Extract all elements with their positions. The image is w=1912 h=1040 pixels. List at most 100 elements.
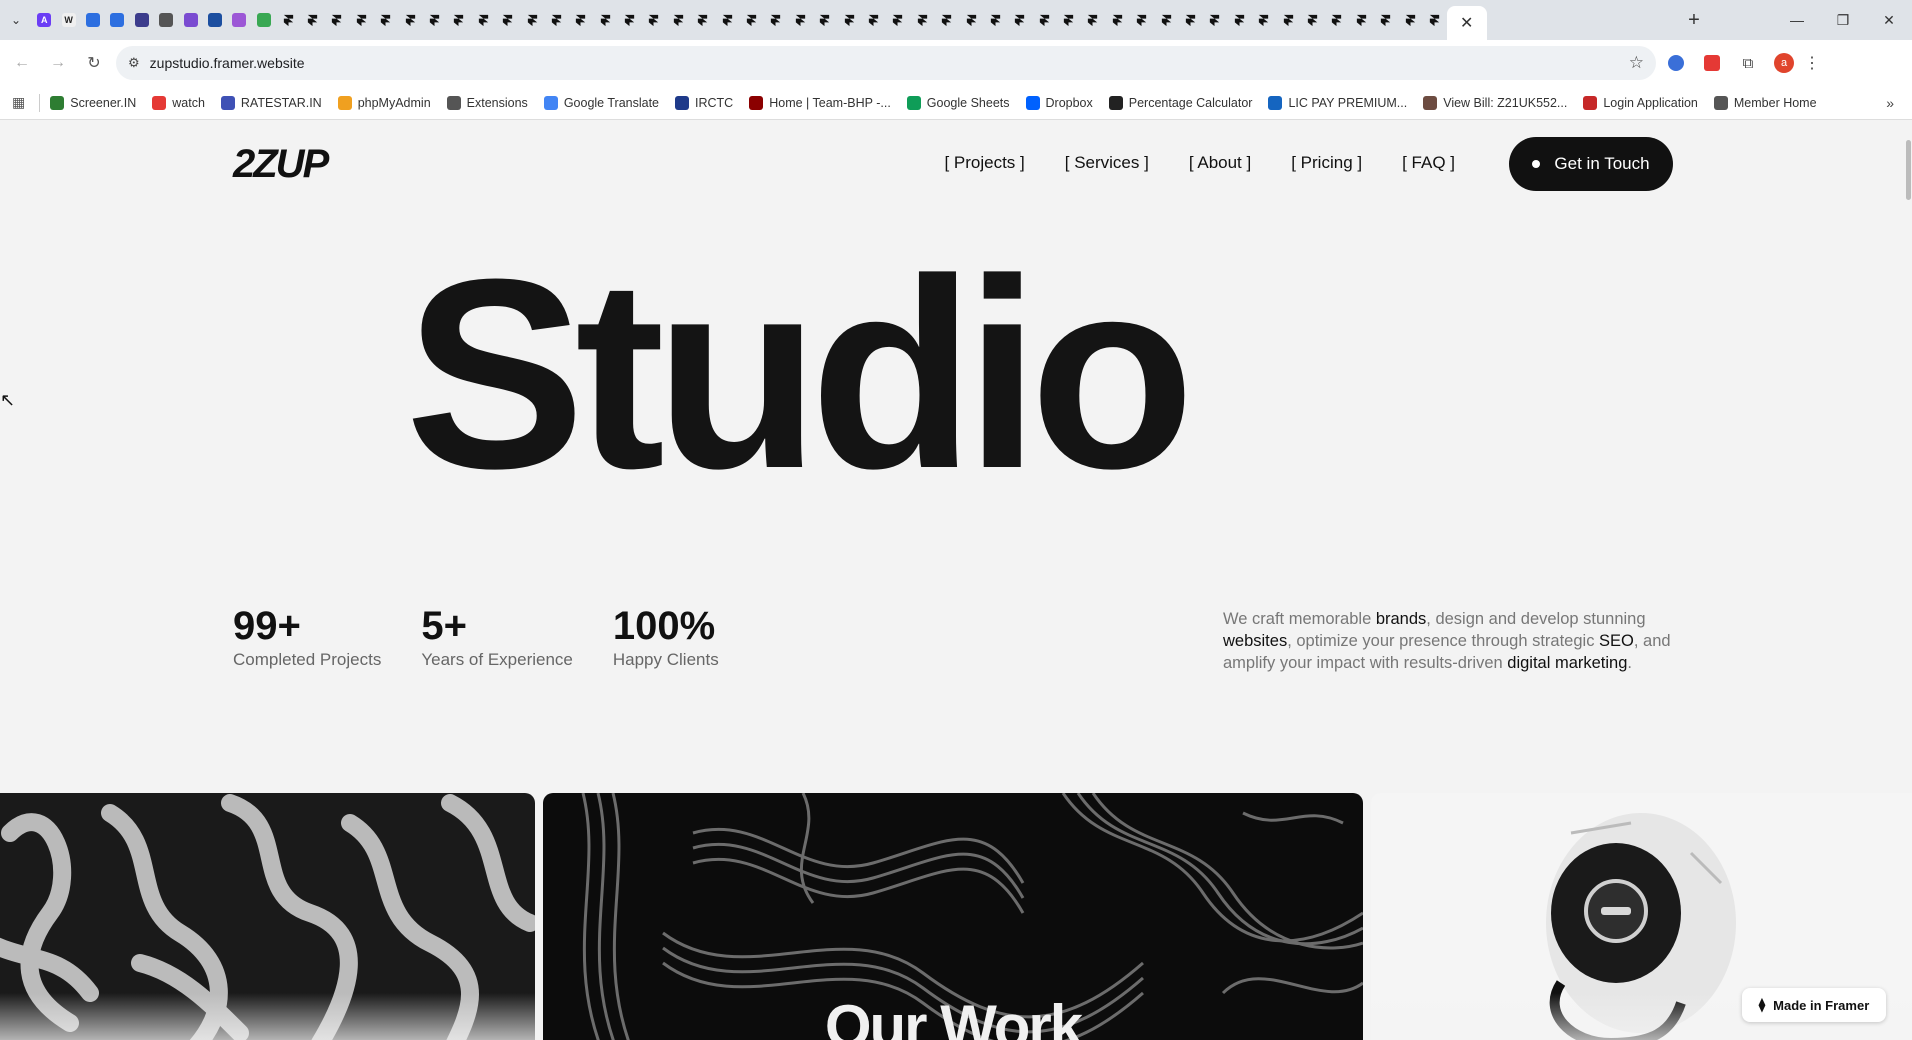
browser-tab[interactable] <box>886 0 910 40</box>
browser-tab[interactable] <box>1154 0 1178 40</box>
browser-tab[interactable] <box>1276 0 1300 40</box>
browser-tab[interactable] <box>495 0 519 40</box>
bookmark-item[interactable]: View Bill: Z21UK552... <box>1423 95 1567 110</box>
browser-tab[interactable] <box>691 0 715 40</box>
bookmark-item[interactable]: watch <box>152 95 205 110</box>
address-bar[interactable]: ⚙ zupstudio.framer.website ☆ <box>116 46 1656 80</box>
made-in-framer-badge[interactable]: ⧫ Made in Framer <box>1742 988 1886 1022</box>
bookmark-item[interactable]: Login Application <box>1583 95 1698 110</box>
url-text[interactable]: zupstudio.framer.website <box>150 55 1629 71</box>
page-scrollbar[interactable] <box>1904 120 1912 1040</box>
forward-button[interactable]: → <box>44 49 72 77</box>
browser-tab[interactable] <box>325 0 349 40</box>
bookmark-item[interactable]: Google Translate <box>543 95 659 110</box>
bookmark-item[interactable]: Home | Team-BHP -... <box>749 95 891 110</box>
browser-tab[interactable] <box>1227 0 1251 40</box>
browser-tab[interactable] <box>861 0 885 40</box>
nav-link-about[interactable]: [ About ] <box>1189 153 1251 173</box>
bookmark-star-icon[interactable]: ☆ <box>1629 53 1644 73</box>
browser-tab[interactable] <box>373 0 397 40</box>
browser-tab[interactable] <box>1056 0 1080 40</box>
nav-link-pricing[interactable]: [ Pricing ] <box>1291 153 1362 173</box>
browser-tab[interactable] <box>1130 0 1154 40</box>
bookmark-item[interactable]: Screener.IN <box>50 95 136 110</box>
bookmark-item[interactable]: Extensions <box>446 95 528 110</box>
bookmark-item[interactable]: Google Sheets <box>906 95 1010 110</box>
project-card[interactable]: Our Work <box>543 793 1363 1040</box>
browser-tab[interactable] <box>178 0 202 40</box>
reload-button[interactable]: ↻ <box>80 49 108 77</box>
browser-tab[interactable] <box>1349 0 1373 40</box>
browser-tab[interactable] <box>959 0 983 40</box>
browser-tab[interactable] <box>1203 0 1227 40</box>
browser-tab[interactable] <box>983 0 1007 40</box>
bookmark-item[interactable]: Member Home <box>1713 95 1817 110</box>
new-tab-button[interactable]: + <box>1674 0 1714 40</box>
browser-tab[interactable] <box>788 0 812 40</box>
browser-tab[interactable] <box>569 0 593 40</box>
browser-tab[interactable] <box>105 0 129 40</box>
restore-button[interactable]: ❐ <box>1820 0 1866 40</box>
browser-tab[interactable] <box>739 0 763 40</box>
browser-tab[interactable] <box>1032 0 1056 40</box>
browser-tab[interactable] <box>1422 0 1446 40</box>
apps-grid-icon[interactable]: ▦ <box>12 94 25 111</box>
browser-tab[interactable] <box>617 0 641 40</box>
tab-search-button[interactable]: ⌄ <box>0 0 32 40</box>
browser-tab[interactable] <box>276 0 300 40</box>
browser-tab[interactable] <box>1178 0 1202 40</box>
browser-tab[interactable] <box>1252 0 1276 40</box>
site-info-icon[interactable]: ⚙ <box>128 55 140 71</box>
extensions-menu-button[interactable]: ⧉ <box>1732 47 1764 79</box>
browser-tab[interactable] <box>81 0 105 40</box>
browser-tab[interactable] <box>398 0 422 40</box>
browser-tab[interactable]: W <box>56 0 80 40</box>
browser-tab[interactable] <box>227 0 251 40</box>
browser-tab[interactable] <box>203 0 227 40</box>
nav-link-faq[interactable]: [ FAQ ] <box>1402 153 1455 173</box>
browser-tab[interactable] <box>715 0 739 40</box>
close-icon[interactable]: ✕ <box>1460 13 1473 33</box>
extension-button[interactable] <box>1696 47 1728 79</box>
browser-tab[interactable] <box>1373 0 1397 40</box>
bookmark-item[interactable]: phpMyAdmin <box>337 95 431 110</box>
site-logo[interactable]: 2ZUP <box>233 142 329 187</box>
browser-tab[interactable] <box>1300 0 1324 40</box>
bookmark-item[interactable]: Dropbox <box>1025 95 1093 110</box>
browser-tab[interactable] <box>349 0 373 40</box>
browser-tab[interactable] <box>1398 0 1422 40</box>
minimize-button[interactable]: — <box>1774 0 1820 40</box>
bookmark-item[interactable]: Percentage Calculator <box>1108 95 1252 110</box>
browser-tab[interactable] <box>471 0 495 40</box>
browser-tab[interactable] <box>130 0 154 40</box>
extension-button[interactable] <box>1660 47 1692 79</box>
browser-tab[interactable] <box>544 0 568 40</box>
browser-tab[interactable]: A <box>32 0 56 40</box>
bookmark-item[interactable]: LIC PAY PREMIUM... <box>1268 95 1407 110</box>
browser-tab[interactable] <box>837 0 861 40</box>
scroll-thumb[interactable] <box>1906 140 1911 200</box>
menu-icon[interactable]: ⋮ <box>1804 53 1820 73</box>
chevron-double-right-icon[interactable]: » <box>1886 95 1894 111</box>
browser-tab[interactable] <box>593 0 617 40</box>
browser-tab[interactable] <box>666 0 690 40</box>
browser-tab[interactable] <box>252 0 276 40</box>
browser-tab[interactable] <box>300 0 324 40</box>
get-in-touch-button[interactable]: Get in Touch <box>1509 137 1673 191</box>
active-tab[interactable]: ✕ <box>1446 6 1487 40</box>
browser-tab[interactable] <box>1325 0 1349 40</box>
browser-tab[interactable] <box>1105 0 1129 40</box>
browser-tab[interactable] <box>764 0 788 40</box>
nav-link-projects[interactable]: [ Projects ] <box>944 153 1024 173</box>
browser-tab[interactable] <box>642 0 666 40</box>
bookmark-item[interactable]: IRCTC <box>675 95 733 110</box>
browser-tab[interactable] <box>154 0 178 40</box>
browser-tab[interactable] <box>910 0 934 40</box>
browser-tab[interactable] <box>813 0 837 40</box>
browser-tab[interactable] <box>447 0 471 40</box>
profile-button[interactable]: a <box>1768 47 1800 79</box>
close-window-button[interactable]: ✕ <box>1866 0 1912 40</box>
back-button[interactable]: ← <box>8 49 36 77</box>
browser-tab[interactable] <box>934 0 958 40</box>
project-card[interactable] <box>0 793 535 1040</box>
